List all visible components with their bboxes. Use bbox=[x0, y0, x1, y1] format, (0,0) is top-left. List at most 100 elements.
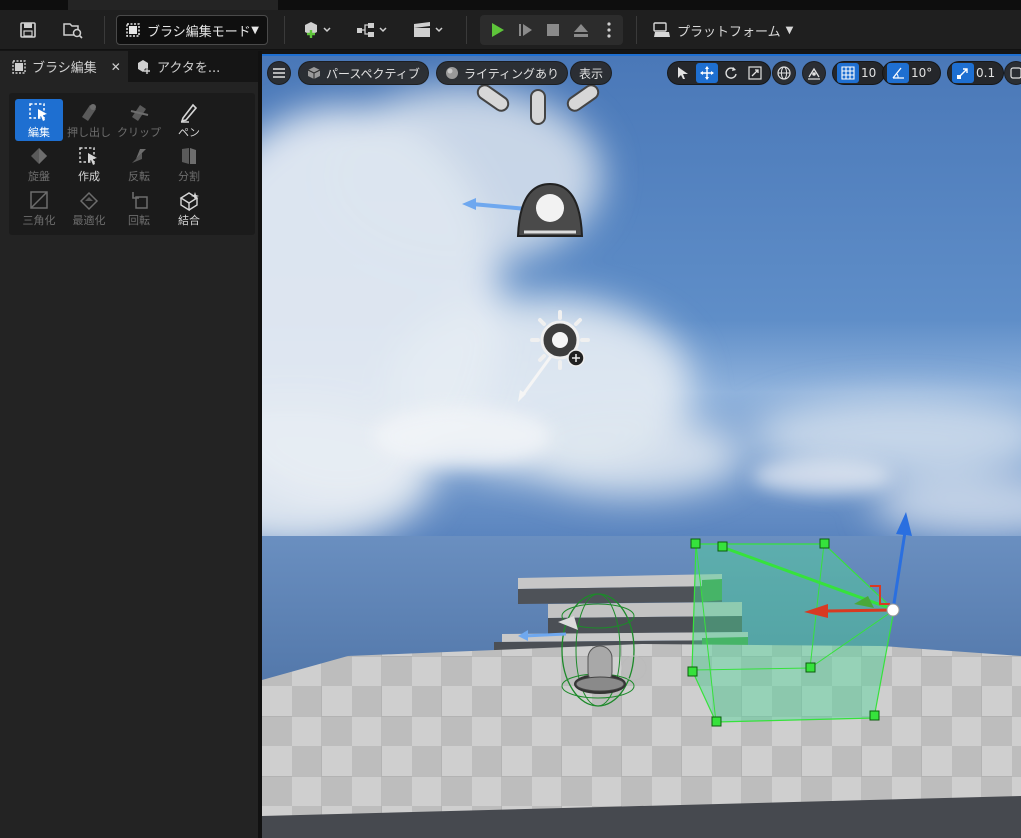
stop-icon bbox=[547, 24, 559, 36]
tool-triangulate[interactable]: 三角化 bbox=[15, 187, 63, 229]
viewport-menu-button[interactable] bbox=[267, 61, 291, 85]
stop-button[interactable] bbox=[540, 16, 566, 44]
frame-advance-icon bbox=[519, 24, 532, 36]
frame-advance-button[interactable] bbox=[512, 16, 538, 44]
brush-mode-icon bbox=[126, 23, 140, 37]
tool-label: 分割 bbox=[178, 170, 200, 183]
blueprint-button[interactable] bbox=[352, 16, 392, 44]
toolbar-separator bbox=[636, 16, 637, 44]
scale-snap-group: 0.1 bbox=[947, 61, 1005, 85]
perspective-button[interactable]: パースペクティブ bbox=[298, 61, 429, 85]
save-button[interactable] bbox=[14, 16, 42, 44]
tab-place-actors[interactable]: アクタを... bbox=[130, 51, 258, 82]
coordinate-space-bar bbox=[772, 61, 796, 85]
tool-label: 編集 bbox=[28, 126, 50, 139]
chevron-down-icon: ▼ bbox=[251, 24, 259, 36]
angle-icon bbox=[892, 67, 904, 79]
create-brush-icon bbox=[79, 147, 97, 165]
play-controls bbox=[480, 15, 623, 45]
camera-speed-icon bbox=[1010, 67, 1021, 79]
tool-label: 押し出し bbox=[67, 126, 111, 139]
rotate-icon bbox=[132, 192, 148, 209]
lathe-icon bbox=[31, 148, 47, 164]
scale-icon bbox=[748, 66, 762, 80]
blueprint-icon bbox=[357, 23, 387, 37]
rotate-mode-button[interactable] bbox=[720, 63, 742, 83]
eject-button[interactable] bbox=[568, 16, 594, 44]
tool-create[interactable]: 作成 bbox=[65, 143, 113, 185]
tool-weld[interactable]: 結合 bbox=[165, 187, 213, 229]
eject-icon bbox=[574, 24, 588, 37]
tool-split[interactable]: 分割 bbox=[165, 143, 213, 185]
tool-extrude[interactable]: 押し出し bbox=[65, 99, 113, 141]
lighting-mode-bar: ライティングあり bbox=[436, 61, 569, 85]
tool-label: 反転 bbox=[128, 170, 150, 183]
cinematics-button[interactable] bbox=[408, 16, 448, 44]
close-icon[interactable]: ✕ bbox=[111, 60, 121, 74]
view-mode-button[interactable]: ライティングあり bbox=[436, 61, 569, 85]
lighting-label: ライティングあり bbox=[464, 66, 560, 81]
grid-snap-value[interactable]: 10 bbox=[861, 66, 876, 80]
rotation-snap-bar: 10° bbox=[882, 61, 942, 85]
surface-snapping-button[interactable] bbox=[802, 61, 826, 85]
place-actor-icon bbox=[138, 59, 150, 74]
tool-pen[interactable]: ペン bbox=[165, 99, 213, 141]
weld-icon bbox=[179, 192, 199, 211]
tab-label: ブラシ編集 bbox=[32, 61, 97, 76]
add-actor-icon bbox=[305, 22, 331, 38]
tool-label: 最適化 bbox=[72, 214, 106, 227]
window-title-strip bbox=[0, 0, 1021, 10]
tool-label: 回転 bbox=[128, 214, 150, 227]
browse-content-button[interactable] bbox=[58, 16, 88, 44]
show-button[interactable]: 表示 bbox=[570, 61, 613, 85]
show-label: 表示 bbox=[579, 66, 604, 81]
triangulate-icon bbox=[30, 191, 48, 209]
transform-tools-bar bbox=[667, 61, 771, 85]
clapperboard-icon bbox=[414, 22, 443, 37]
rotation-snap-group: 10° bbox=[882, 61, 942, 85]
toolbar-separator bbox=[284, 16, 285, 44]
world-space-button[interactable] bbox=[772, 61, 796, 85]
gamepad-icon bbox=[653, 22, 670, 37]
brush-tools-grid: 編集 押し出し クリップ ペン 旋盤 作成 反転 分割 三角化 最適化 回転 結… bbox=[9, 93, 255, 235]
brush-mode-icon bbox=[12, 59, 26, 74]
optimize-icon bbox=[79, 191, 99, 211]
scale-snap-value[interactable]: 0.1 bbox=[976, 66, 995, 80]
tool-flip[interactable]: 反転 bbox=[115, 143, 163, 185]
viewport-scene[interactable] bbox=[262, 56, 1021, 838]
level-viewport[interactable]: パースペクティブ ライティングあり 表示 10 10° 0.1 bbox=[262, 54, 1021, 838]
split-icon bbox=[182, 148, 196, 164]
scale-mode-button[interactable] bbox=[744, 63, 766, 83]
play-button[interactable] bbox=[484, 16, 510, 44]
tool-clip[interactable]: クリップ bbox=[115, 99, 163, 141]
translate-mode-button[interactable] bbox=[696, 63, 718, 83]
scale-snap-icon bbox=[957, 68, 968, 79]
tab-brush-edit[interactable]: ブラシ編集 ✕ bbox=[0, 51, 128, 82]
tool-label: 旋盤 bbox=[28, 170, 50, 183]
flip-icon bbox=[132, 149, 146, 163]
tool-rotate[interactable]: 回転 bbox=[115, 187, 163, 229]
tool-edit[interactable]: 編集 bbox=[15, 99, 63, 141]
grid-snap-toggle[interactable] bbox=[837, 63, 859, 83]
platforms-button[interactable]: プラットフォーム ▼ bbox=[652, 16, 793, 44]
add-actor-button[interactable] bbox=[296, 16, 338, 44]
level-tab[interactable] bbox=[68, 0, 278, 10]
select-mode-button[interactable] bbox=[672, 63, 694, 83]
show-menu-bar: 表示 bbox=[570, 61, 613, 85]
scale-snap-toggle[interactable] bbox=[952, 63, 974, 83]
tool-lathe[interactable]: 旋盤 bbox=[15, 143, 63, 185]
play-options-button[interactable] bbox=[599, 16, 619, 44]
scale-snap-bar: 0.1 bbox=[947, 61, 1005, 85]
camera-speed-button[interactable] bbox=[1004, 61, 1021, 85]
move-arrows-icon bbox=[700, 66, 714, 80]
mode-select[interactable]: ブラシ編集モード ▼ bbox=[116, 15, 268, 45]
pen-icon bbox=[180, 103, 198, 123]
tool-label: ペン bbox=[178, 126, 200, 139]
extrude-icon bbox=[82, 104, 96, 121]
surface-snap-bar bbox=[802, 61, 826, 85]
rotation-snap-toggle[interactable] bbox=[887, 63, 909, 83]
more-vertical-icon bbox=[607, 22, 611, 38]
tool-optimize[interactable]: 最適化 bbox=[65, 187, 113, 229]
rotation-snap-value[interactable]: 10° bbox=[911, 66, 932, 80]
cursor-icon bbox=[678, 67, 688, 79]
